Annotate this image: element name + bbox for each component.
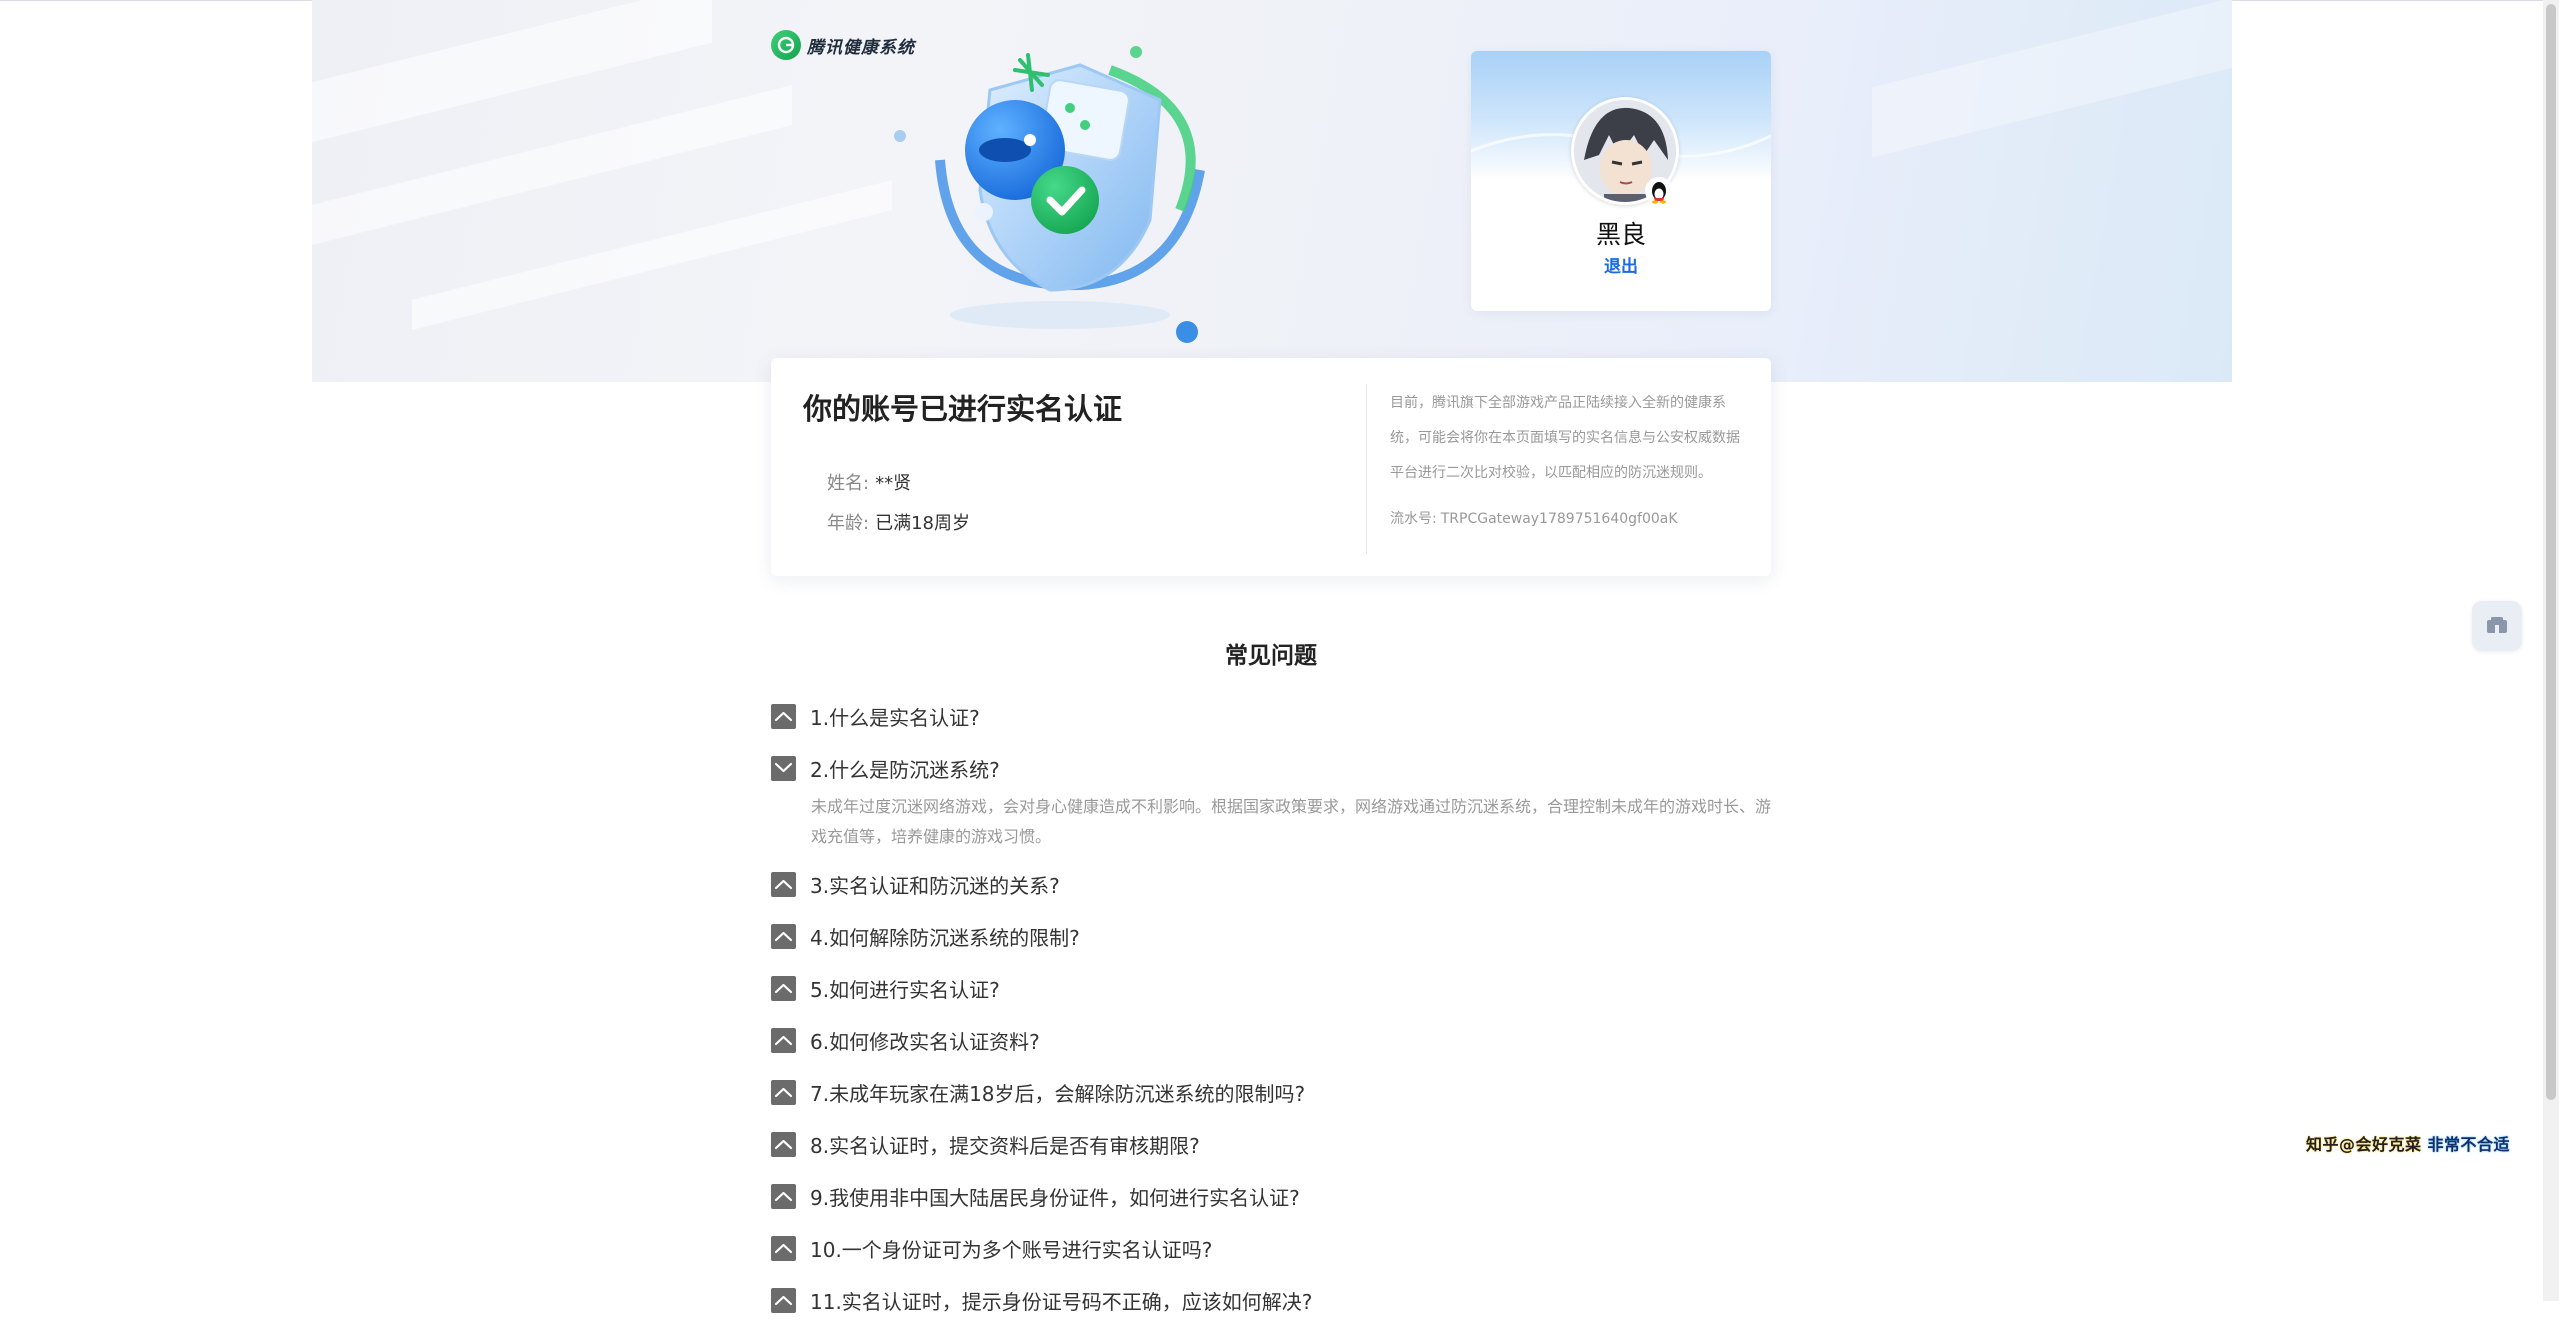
chevron-up-icon[interactable] (771, 1235, 796, 1261)
hero-stripe (412, 180, 892, 330)
chevron-up-icon[interactable] (771, 923, 796, 949)
age-label: 年龄: (827, 513, 870, 534)
watermark-part2: 非常不合适 (2427, 1135, 2511, 1154)
verification-title: 你的账号已进行实名认证 (803, 392, 1123, 426)
chevron-up-icon[interactable] (771, 1183, 796, 1209)
chevron-up-icon[interactable] (771, 871, 796, 897)
faq-question-text: 4.如何解除防沉迷系统的限制? (810, 925, 1080, 950)
faq-question[interactable]: 11.实名认证时，提示身份证号码不正确，应该如何解决? (771, 1274, 1771, 1326)
profile-card: 黑良 退出 (1471, 51, 1771, 311)
logout-link[interactable]: 退出 (1471, 252, 1771, 277)
watermark: 知乎@会好克菜 非常不合适 (2306, 1131, 2510, 1155)
chevron-up-icon[interactable] (771, 1079, 796, 1105)
faq-question[interactable]: 8.实名认证时，提交资料后是否有审核期限? (771, 1118, 1771, 1170)
faq-question-text: 1.什么是实名认证? (810, 705, 980, 730)
faq-question-text: 3.实名认证和防沉迷的关系? (810, 873, 1060, 898)
faq-question[interactable]: 1.什么是实名认证? (771, 690, 1771, 742)
faq-question[interactable]: 3.实名认证和防沉迷的关系? (771, 858, 1771, 910)
serial-label: 流水号: (1390, 511, 1437, 527)
card-divider (1366, 384, 1367, 554)
faq-question-text: 8.实名认证时，提交资料后是否有审核期限? (810, 1133, 1200, 1158)
faq-item: 6.如何修改实名认证资料? (771, 1014, 1771, 1066)
faq-question-text: 10.一个身份证可为多个账号进行实名认证吗? (810, 1237, 1213, 1262)
chevron-down-icon[interactable] (771, 755, 796, 781)
shield-g-logo-icon (771, 30, 801, 60)
hero-stripe (1872, 0, 2232, 158)
faq-answer: 未成年过度沉迷网络游戏，会对身心健康造成不利影响。根据国家政策要求，网络游戏通过… (811, 797, 1772, 846)
qq-penguin-icon (1645, 177, 1673, 205)
name-value: **贤 (875, 473, 912, 494)
faq-question[interactable]: 7.未成年玩家在满18岁后，会解除防沉迷系统的限制吗? (771, 1066, 1771, 1118)
chevron-up-icon[interactable] (771, 1131, 796, 1157)
faq-item: 7.未成年玩家在满18岁后，会解除防沉迷系统的限制吗? (771, 1066, 1771, 1118)
verification-card: 你的账号已进行实名认证 姓名: **贤 年龄: 已满18周岁 目前，腾讯旗下全部游戏… (771, 358, 1771, 576)
chevron-up-icon[interactable] (771, 975, 796, 1001)
faq-item: 9.我使用非中国大陆居民身份证件，如何进行实名认证? (771, 1170, 1771, 1222)
serial-value: TRPCGateway1789751640gf00aK (1440, 511, 1678, 527)
faq-item: 1.什么是实名认证? (771, 690, 1771, 742)
faq-question[interactable]: 5.如何进行实名认证? (771, 962, 1771, 1014)
age-row: 年龄: 已满18周岁 (827, 509, 970, 535)
faq-item: 5.如何进行实名认证? (771, 962, 1771, 1014)
faq-question-text: 5.如何进行实名认证? (810, 977, 1000, 1002)
age-value: 已满18周岁 (875, 513, 970, 534)
name-row: 姓名: **贤 (827, 469, 911, 495)
faq-item: 8.实名认证时，提交资料后是否有审核期限? (771, 1118, 1771, 1170)
faq-question-text: 11.实名认证时，提示身份证号码不正确，应该如何解决? (810, 1289, 1313, 1314)
faq-question-text: 6.如何修改实名认证资料? (810, 1029, 1040, 1054)
notice-text: 目前，腾讯旗下全部游戏产品正陆续接入全新的健康系统，可能会将你在本页面填写的实名… (1390, 395, 1740, 481)
faq-question[interactable]: 4.如何解除防沉迷系统的限制? (771, 910, 1771, 962)
watermark-part1: 知乎@会好克菜 (2306, 1135, 2422, 1154)
faq-question[interactable]: 6.如何修改实名认证资料? (771, 1014, 1771, 1066)
faq-question[interactable]: 10.一个身份证可为多个账号进行实名认证吗? (771, 1222, 1771, 1274)
scrollbar-thumb[interactable] (2546, 4, 2556, 1100)
faq-item: 10.一个身份证可为多个账号进行实名认证吗? (771, 1222, 1771, 1274)
chevron-up-icon[interactable] (771, 1027, 796, 1053)
faq-item: 11.实名认证时，提示身份证号码不正确，应该如何解决? (771, 1274, 1771, 1326)
feedback-icon[interactable] (2472, 601, 2522, 651)
faq-question[interactable]: 2.什么是防沉迷系统? (771, 742, 1771, 794)
profile-name: 黑良 (1595, 220, 1646, 249)
faq-item: 4.如何解除防沉迷系统的限制? (771, 910, 1771, 962)
faq-title: 常见问题 (1225, 643, 1317, 669)
faq-question[interactable]: 9.我使用非中国大陆居民身份证件，如何进行实名认证? (771, 1170, 1771, 1222)
hero-banner (312, 0, 2232, 382)
shield-illustration (894, 46, 1205, 343)
faq-question-text: 9.我使用非中国大陆居民身份证件，如何进行实名认证? (810, 1185, 1300, 1210)
faq-list: 1.什么是实名认证? 2.什么是防沉迷系统? 未成年过度沉迷网络游戏，会对身心健康造… (771, 690, 1771, 1326)
faq-question-text: 2.什么是防沉迷系统? (810, 757, 1000, 782)
faq-item: 3.实名认证和防沉迷的关系? (771, 858, 1771, 910)
faq-question-text: 7.未成年玩家在满18岁后，会解除防沉迷系统的限制吗? (810, 1081, 1306, 1106)
serial-number: 流水号: TRPCGateway1789751640gf00aK (1390, 508, 1678, 528)
name-label: 姓名: (827, 473, 870, 494)
faq-item: 2.什么是防沉迷系统? 未成年过度沉迷网络游戏，会对身心健康造成不利影响。根据国家… (771, 742, 1771, 852)
chevron-up-icon[interactable] (771, 703, 796, 729)
chevron-up-icon[interactable] (771, 1287, 796, 1313)
